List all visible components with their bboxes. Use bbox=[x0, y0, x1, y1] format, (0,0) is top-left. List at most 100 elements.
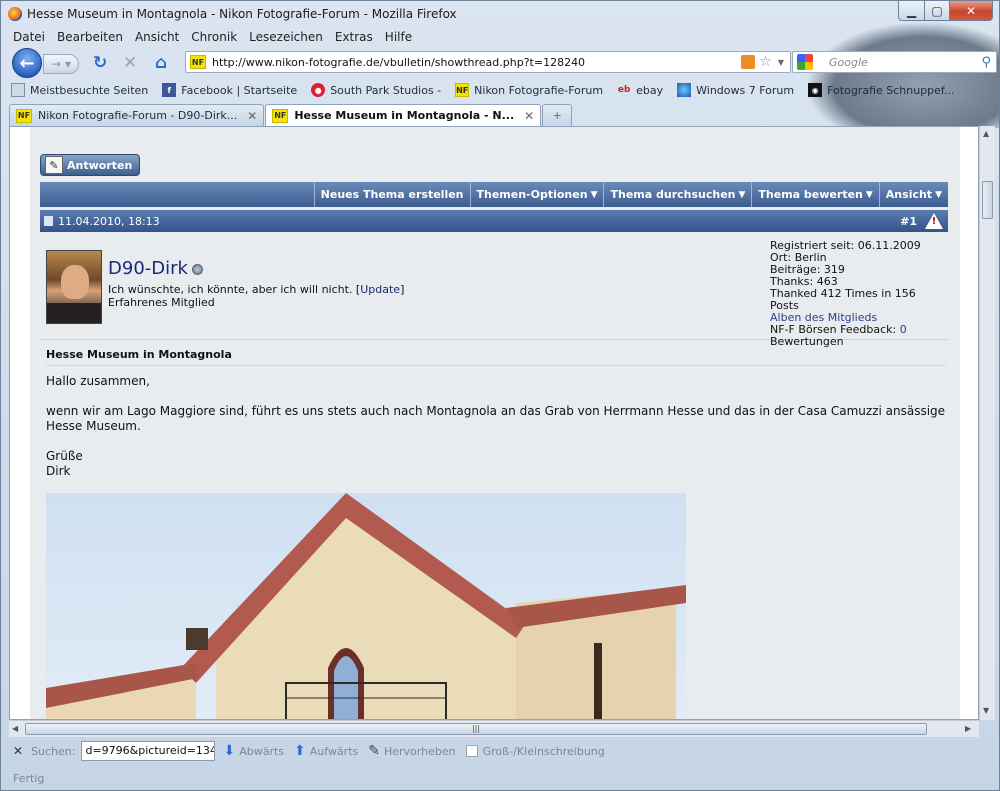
new-tab-button[interactable]: + bbox=[542, 104, 573, 126]
menu-chronik[interactable]: Chronik bbox=[185, 30, 243, 44]
bookmark-ebay[interactable]: eb ebay bbox=[617, 83, 663, 97]
menu-bar: Datei Bearbeiten Ansicht Chronik Lesezei… bbox=[7, 30, 418, 44]
navigation-toolbar: ← → ▾ ↻ ✕ ⌂ NF http://www.nikon-fotograf… bbox=[9, 46, 997, 78]
scroll-left-icon[interactable]: ◀ bbox=[12, 724, 18, 733]
user-stats: Registriert seit: 06.11.2009 Ort: Berlin… bbox=[770, 240, 948, 348]
match-case-checkbox[interactable]: Groß-/Kleinschreibung bbox=[465, 745, 605, 758]
reload-icon[interactable]: ↻ bbox=[93, 53, 107, 73]
find-close-icon[interactable]: ✕ bbox=[13, 744, 23, 758]
bookmark-nikon-forum[interactable]: NF Nikon Fotografie-Forum bbox=[455, 83, 603, 97]
new-thread-button[interactable]: Neues Thema erstellen bbox=[313, 182, 470, 207]
tab-close-icon[interactable]: ✕ bbox=[247, 109, 257, 123]
chevron-down-icon: ▼ bbox=[865, 189, 873, 200]
url-text[interactable]: http://www.nikon-fotografie.de/vbulletin… bbox=[212, 56, 741, 69]
report-warning-icon[interactable]: ! bbox=[925, 213, 943, 229]
find-label: Suchen: bbox=[31, 744, 76, 758]
firefox-icon bbox=[8, 6, 22, 21]
scroll-down-icon[interactable]: ▼ bbox=[983, 706, 989, 715]
username-link[interactable]: D90-Dirk bbox=[108, 258, 203, 279]
browser-window: Hesse Museum in Montagnola - Nikon Fotog… bbox=[0, 0, 1000, 791]
vertical-scroll-thumb[interactable] bbox=[982, 181, 993, 219]
post-photo[interactable] bbox=[46, 493, 686, 719]
highlight-button[interactable]: ✎ Hervorheben bbox=[368, 743, 455, 759]
thread-tools-bar: Neues Thema erstellen Themen-Optionen ▼ T… bbox=[40, 182, 948, 207]
horizontal-scrollbar[interactable]: ◀ ||| ▶ bbox=[9, 720, 979, 737]
menu-extras[interactable]: Extras bbox=[329, 30, 379, 44]
chevron-down-icon: ▼ bbox=[738, 189, 746, 200]
online-status-icon bbox=[191, 263, 203, 275]
window-title: Hesse Museum in Montagnola - Nikon Fotog… bbox=[27, 6, 457, 21]
find-input[interactable]: d=9796&pictureid=134720 bbox=[81, 741, 216, 761]
feedback-link[interactable]: 0 bbox=[900, 323, 907, 336]
rate-thread-menu[interactable]: Thema bewerten ▼ bbox=[751, 182, 878, 207]
bookmark-star-icon[interactable]: ☆ bbox=[759, 54, 772, 70]
bookmark-windows7[interactable]: Windows 7 Forum bbox=[677, 83, 794, 97]
ebay-icon: eb bbox=[617, 85, 631, 95]
checkbox-icon[interactable] bbox=[465, 745, 478, 757]
user-title: Ich wünschte, ich könnte, aber ich will … bbox=[108, 283, 405, 296]
back-button[interactable]: ← bbox=[12, 48, 42, 78]
home-icon[interactable]: ⌂ bbox=[155, 53, 167, 73]
search-thread-menu[interactable]: Thema durchsuchen ▼ bbox=[603, 182, 751, 207]
highlighter-icon: ✎ bbox=[368, 743, 380, 759]
post-paragraph: wenn wir am Lago Maggiore sind, führt es… bbox=[46, 404, 946, 433]
post-paragraph: Hallo zusammen, bbox=[46, 374, 150, 388]
arrow-up-icon: ⬆ bbox=[294, 743, 306, 759]
thread-options-menu[interactable]: Themen-Optionen ▼ bbox=[469, 182, 604, 207]
site-favicon: NF bbox=[190, 55, 206, 69]
facebook-icon: f bbox=[162, 83, 177, 97]
reply-button[interactable]: ✎ Antworten bbox=[40, 154, 140, 176]
find-next-button[interactable]: ⬇ Abwärts bbox=[223, 743, 284, 759]
url-bar[interactable]: NF http://www.nikon-fotografie.de/vbulle… bbox=[185, 51, 791, 73]
nf-icon: NF bbox=[455, 83, 470, 97]
southpark-icon: ● bbox=[311, 83, 326, 97]
tab-bar: NF Nikon Fotografie-Forum - D90-Dirk... ✕ … bbox=[9, 104, 573, 126]
menu-ansicht[interactable]: Ansicht bbox=[129, 30, 185, 44]
pencil-icon: ✎ bbox=[45, 156, 63, 174]
bookmark-fotografie[interactable]: ◉ Fotografie Schnuppef... bbox=[808, 83, 955, 97]
close-button[interactable]: ✕ bbox=[949, 1, 993, 21]
rss-icon[interactable] bbox=[741, 55, 756, 69]
maximize-button[interactable]: ▢ bbox=[924, 1, 950, 21]
minimize-button[interactable]: ▁ bbox=[898, 1, 925, 21]
post-number-link[interactable]: #1 bbox=[900, 215, 917, 228]
vertical-scrollbar[interactable]: ▲ ▼ bbox=[979, 126, 995, 720]
status-text: Fertig bbox=[13, 771, 45, 785]
search-icon[interactable]: ⚲ bbox=[981, 55, 991, 70]
user-info: D90-Dirk Ich wünschte, ich könnte, aber … bbox=[40, 234, 948, 348]
avatar-face bbox=[61, 265, 89, 299]
scroll-right-icon[interactable]: ▶ bbox=[965, 724, 971, 733]
find-previous-button[interactable]: ⬆ Aufwärts bbox=[294, 743, 358, 759]
google-icon[interactable] bbox=[797, 54, 813, 70]
bookmark-facebook[interactable]: f Facebook | Startseite bbox=[162, 83, 297, 97]
arrow-down-icon: ⬇ bbox=[223, 743, 236, 759]
camera-icon: ◉ bbox=[808, 83, 823, 97]
post-divider bbox=[46, 365, 946, 366]
bookmark-southpark[interactable]: ● South Park Studios - bbox=[311, 83, 441, 97]
page-icon bbox=[11, 83, 25, 97]
search-box[interactable]: Google ⚲ bbox=[792, 51, 997, 73]
find-bar: ✕ Suchen: d=9796&pictureid=134720 ⬇Abwär… bbox=[1, 738, 999, 764]
forum-content: ✎ Antworten Neues Thema erstellen Themen-… bbox=[30, 127, 960, 719]
tab-hesse-museum[interactable]: NF Hesse Museum in Montagnola - N... ✕ bbox=[265, 104, 542, 126]
stat-thanked: Thanked 412 Times in 156 Posts bbox=[770, 287, 916, 312]
view-menu[interactable]: Ansicht ▼ bbox=[878, 182, 948, 207]
update-link[interactable]: Update bbox=[360, 283, 400, 296]
bookmark-meistbesuchte[interactable]: Meistbesuchte Seiten bbox=[11, 83, 148, 97]
menu-hilfe[interactable]: Hilfe bbox=[379, 30, 418, 44]
menu-bearbeiten[interactable]: Bearbeiten bbox=[51, 30, 129, 44]
post-icon bbox=[44, 216, 53, 226]
menu-datei[interactable]: Datei bbox=[7, 30, 51, 44]
scroll-up-icon[interactable]: ▲ bbox=[983, 129, 989, 138]
search-placeholder[interactable]: Google bbox=[829, 56, 981, 69]
tab-nikon-forum[interactable]: NF Nikon Fotografie-Forum - D90-Dirk... ✕ bbox=[9, 104, 265, 126]
avatar[interactable] bbox=[46, 250, 102, 324]
status-bar: Fertig bbox=[1, 766, 999, 790]
menu-lesezeichen[interactable]: Lesezeichen bbox=[243, 30, 329, 44]
stop-icon[interactable]: ✕ bbox=[123, 53, 137, 73]
url-dropdown-icon[interactable]: ▼ bbox=[778, 58, 784, 67]
forward-button[interactable]: → ▾ bbox=[43, 54, 79, 74]
horizontal-scroll-thumb[interactable]: ||| bbox=[25, 723, 927, 735]
tab-close-icon[interactable]: ✕ bbox=[524, 109, 534, 123]
post-greeting: Grüße bbox=[46, 449, 83, 463]
